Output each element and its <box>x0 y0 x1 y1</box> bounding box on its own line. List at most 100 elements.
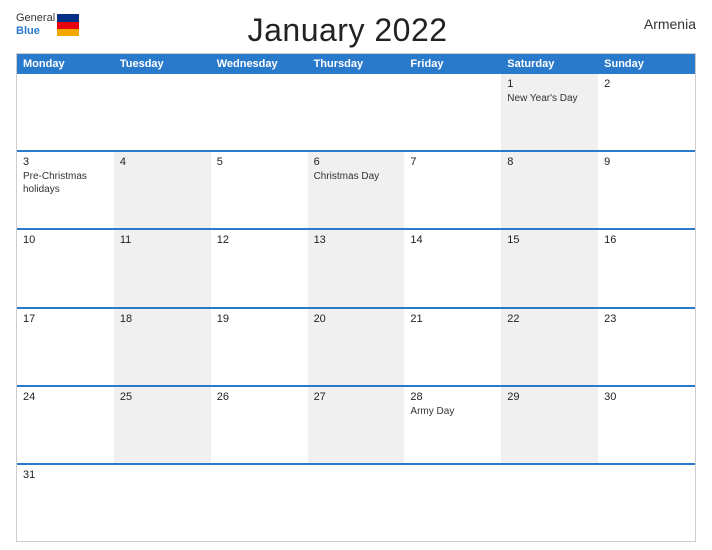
calendar-cell: 7 <box>404 152 501 228</box>
calendar-cell <box>308 74 405 150</box>
calendar-cell <box>211 465 308 541</box>
calendar-cell: 22 <box>501 309 598 385</box>
calendar-cell <box>114 465 211 541</box>
calendar-week: 17 18 19 20 21 22 23 <box>17 307 695 385</box>
day-number: 7 <box>410 156 495 168</box>
day-number: 25 <box>120 391 205 403</box>
calendar-cell: 9 <box>598 152 695 228</box>
day-number: 9 <box>604 156 689 168</box>
day-number: 12 <box>217 234 302 246</box>
calendar-cell: 10 <box>17 230 114 306</box>
day-number: 14 <box>410 234 495 246</box>
day-of-week-header: Friday <box>404 54 501 74</box>
page: General Blue January 2022 Armenia Monday… <box>0 0 712 550</box>
calendar-cell: 31 <box>17 465 114 541</box>
event-label: Christmas Day <box>314 171 380 182</box>
calendar-cell: 5 <box>211 152 308 228</box>
calendar: MondayTuesdayWednesdayThursdayFridaySatu… <box>16 53 696 542</box>
country-label: Armenia <box>616 12 696 32</box>
day-of-week-header: Thursday <box>308 54 405 74</box>
calendar-cell <box>114 74 211 150</box>
day-number: 22 <box>507 313 592 325</box>
day-number: 11 <box>120 234 205 246</box>
day-of-week-header: Monday <box>17 54 114 74</box>
day-of-week-header: Saturday <box>501 54 598 74</box>
day-number: 6 <box>314 156 399 168</box>
day-of-week-header: Tuesday <box>114 54 211 74</box>
event-label: New Year's Day <box>507 93 577 104</box>
day-number: 29 <box>507 391 592 403</box>
logo-flag <box>57 14 79 36</box>
calendar-cell: 14 <box>404 230 501 306</box>
calendar-cell <box>404 74 501 150</box>
day-number: 30 <box>604 391 689 403</box>
calendar-cell: 26 <box>211 387 308 463</box>
calendar-body: 1New Year's Day23Pre-Christmas holidays4… <box>17 74 695 541</box>
calendar-cell <box>501 465 598 541</box>
day-number: 19 <box>217 313 302 325</box>
logo-general: General <box>16 12 55 25</box>
calendar-cell: 24 <box>17 387 114 463</box>
calendar-cell: 28 Army Day <box>404 387 501 463</box>
calendar-cell: 20 <box>308 309 405 385</box>
day-number: 2 <box>604 78 689 90</box>
calendar-cell: 23 <box>598 309 695 385</box>
calendar-cell <box>598 465 695 541</box>
calendar-cell: 15 <box>501 230 598 306</box>
calendar-cell <box>308 465 405 541</box>
calendar-header: MondayTuesdayWednesdayThursdayFridaySatu… <box>17 54 695 74</box>
calendar-cell: 8 <box>501 152 598 228</box>
day-of-week-header: Wednesday <box>211 54 308 74</box>
calendar-cell: 27 <box>308 387 405 463</box>
calendar-cell: 2 <box>598 74 695 150</box>
day-number: 16 <box>604 234 689 246</box>
logo: General Blue <box>16 12 79 38</box>
calendar-cell: 25 <box>114 387 211 463</box>
month-title: January 2022 <box>79 12 616 49</box>
day-number: 17 <box>23 313 108 325</box>
day-number: 27 <box>314 391 399 403</box>
day-number: 8 <box>507 156 592 168</box>
calendar-cell: 19 <box>211 309 308 385</box>
day-number: 3 <box>23 156 108 168</box>
day-number: 24 <box>23 391 108 403</box>
calendar-cell: 13 <box>308 230 405 306</box>
calendar-cell <box>404 465 501 541</box>
day-number: 10 <box>23 234 108 246</box>
day-number: 21 <box>410 313 495 325</box>
calendar-week: 24 25 26 27 28 Army Day 29 30 <box>17 385 695 463</box>
calendar-week: 1 New Year's Day 2 <box>17 74 695 150</box>
day-number: 18 <box>120 313 205 325</box>
day-of-week-header: Sunday <box>598 54 695 74</box>
logo-blue: Blue <box>16 25 55 38</box>
logo-text: General Blue <box>16 12 55 38</box>
day-number: 13 <box>314 234 399 246</box>
calendar-cell <box>17 74 114 150</box>
calendar-cell: 12 <box>211 230 308 306</box>
day-number: 31 <box>23 469 108 481</box>
event-label: Army Day <box>410 406 454 417</box>
calendar-cell: 3 Pre-Christmas holidays <box>17 152 114 228</box>
day-number: 5 <box>217 156 302 168</box>
calendar-cell: 11 <box>114 230 211 306</box>
event-label: Pre-Christmas holidays <box>23 171 87 195</box>
calendar-cell: 29 <box>501 387 598 463</box>
day-number: 15 <box>507 234 592 246</box>
day-number: 23 <box>604 313 689 325</box>
calendar-week: 10 11 12 13 14 15 16 <box>17 228 695 306</box>
header: General Blue January 2022 Armenia <box>16 12 696 49</box>
calendar-cell: 30 <box>598 387 695 463</box>
calendar-week: 31 <box>17 463 695 541</box>
calendar-cell: 16 <box>598 230 695 306</box>
day-number: 28 <box>410 391 495 403</box>
calendar-cell <box>211 74 308 150</box>
title-block: January 2022 <box>79 12 616 49</box>
calendar-cell: 4 <box>114 152 211 228</box>
day-number: 1 <box>507 78 592 90</box>
calendar-cell: 6 Christmas Day <box>308 152 405 228</box>
calendar-cell: 21 <box>404 309 501 385</box>
calendar-cell: 1 New Year's Day <box>501 74 598 150</box>
day-number: 26 <box>217 391 302 403</box>
day-number: 4 <box>120 156 205 168</box>
day-number: 20 <box>314 313 399 325</box>
